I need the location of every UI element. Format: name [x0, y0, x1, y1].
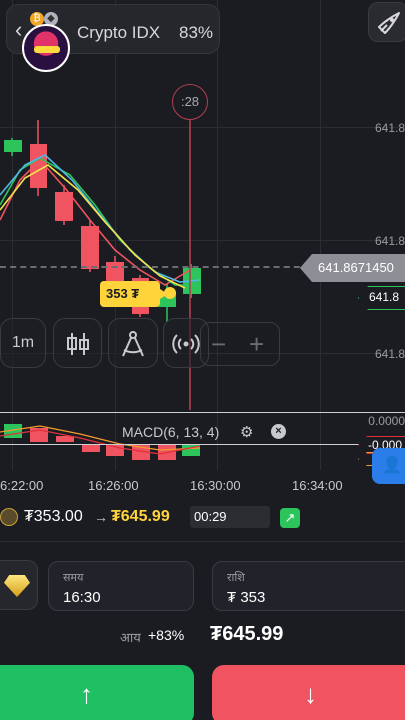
diamond-button[interactable] — [0, 560, 38, 610]
zoom-controls: − + — [200, 322, 280, 366]
macd-divider — [0, 412, 405, 413]
trade-marker-label: 353 ₮ — [100, 281, 168, 307]
current-price-tag: 641.8671450 — [300, 254, 405, 282]
rocket-button[interactable] — [368, 2, 405, 42]
asset-name: Crypto IDX — [77, 23, 161, 42]
broadcast-icon — [172, 334, 200, 354]
trade-payout: ₮645.99 — [111, 508, 170, 525]
candles-icon — [66, 333, 89, 355]
section-divider — [0, 541, 405, 542]
time-axis-label: 16:26:00 — [88, 478, 139, 493]
add-user-button[interactable]: 👤 — [372, 448, 405, 484]
amount-label: राशि — [227, 572, 245, 584]
amount-field[interactable]: राशि ₮ 353 — [212, 561, 405, 611]
macd-label: MACD(6, 13, 4) — [122, 424, 220, 440]
income-value: ₮645.99 — [210, 623, 284, 645]
amount-value: ₮ 353 — [227, 589, 266, 606]
compass-icon — [122, 331, 144, 357]
active-trade-row[interactable]: ₮353.00 → ₮645.99 00:29 ↗ — [0, 504, 405, 532]
arrow-down-icon: ↓ — [304, 679, 317, 709]
income-label: आय — [120, 630, 141, 645]
trade-marker-dot — [164, 287, 176, 299]
diamond-icon — [4, 575, 30, 597]
income-percent: +83% — [148, 627, 185, 643]
macd-axis-label: 0.0000 — [368, 414, 405, 428]
arrow-right-icon: → — [94, 509, 108, 525]
time-axis-label: 6:22:00 — [0, 478, 44, 493]
zoom-in-button[interactable]: + — [249, 329, 264, 359]
candlestick-chart — [0, 120, 201, 322]
arrow-up-icon: ↑ — [80, 679, 93, 709]
expiry-timer: :28 — [172, 84, 208, 120]
payout-percent: 83% — [179, 23, 214, 42]
add-user-icon: 👤 — [382, 457, 402, 474]
chart-area[interactable]: 641.8 641.8 641.8 :28 641.8671450 641.8 … — [0, 0, 405, 493]
close-icon[interactable]: × — [271, 424, 286, 439]
call-up-button[interactable]: ↑ — [0, 665, 194, 720]
ma-price-tag: 641.8 — [358, 286, 405, 310]
trend-up-icon: ↗ — [280, 508, 300, 528]
zoom-out-button[interactable]: − — [211, 329, 226, 359]
candle-type-button[interactable] — [53, 318, 102, 368]
coin-pair-icon — [0, 508, 18, 526]
timeframe-button[interactable]: 1m — [0, 318, 46, 368]
time-field[interactable]: समय 16:30 — [48, 561, 194, 611]
trade-amount: ₮353.00 — [24, 508, 83, 525]
time-axis-label: 16:34:00 — [292, 478, 343, 493]
trade-time-left: 00:29 — [190, 506, 270, 528]
drawing-tools-button[interactable] — [108, 318, 158, 368]
current-price-line — [0, 266, 310, 268]
rocket-icon — [378, 12, 400, 34]
time-axis-label: 16:30:00 — [190, 478, 241, 493]
time-label: समय — [63, 572, 84, 584]
avatar[interactable] — [22, 24, 70, 72]
put-down-button[interactable]: ↓ — [212, 665, 405, 720]
avatar-glasses — [34, 46, 60, 53]
gear-icon[interactable]: ⚙ — [240, 423, 253, 441]
macd-zero-line — [0, 444, 405, 445]
time-value: 16:30 — [63, 589, 101, 606]
